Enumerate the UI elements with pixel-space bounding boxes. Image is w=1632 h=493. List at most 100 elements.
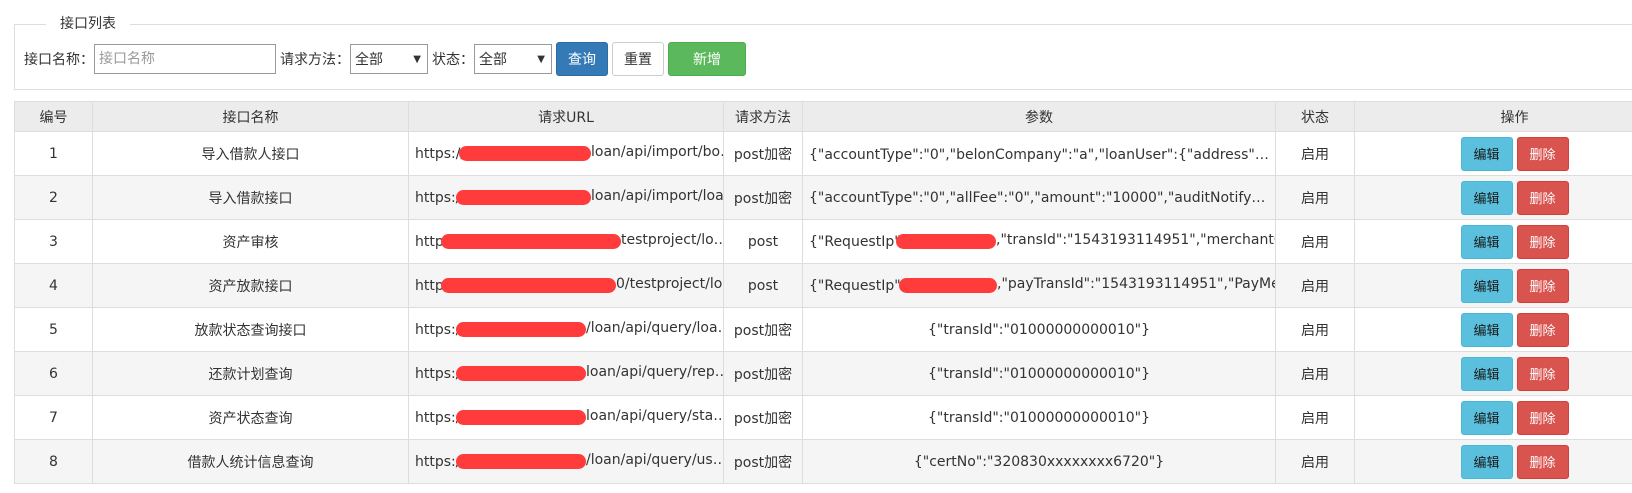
row-id: 5 (14, 307, 93, 352)
edit-button[interactable]: 编辑 (1460, 136, 1513, 171)
delete-button[interactable]: 删除 (1516, 312, 1569, 347)
table-row: 5 放款状态查询接口 https:///loan/api/query/loa… pos… (14, 307, 1632, 352)
delete-button[interactable]: 删除 (1516, 400, 1569, 435)
row-params: {"accountType":"0","allFee":"0","amount"… (802, 175, 1276, 220)
row-actions: 编辑 删除 (1354, 219, 1632, 264)
add-button[interactable]: 新增 (668, 42, 746, 76)
delete-button[interactable]: 删除 (1516, 136, 1569, 171)
table-row: 1 导入借款人接口 https:// loan/api/import/bo… post加… (14, 131, 1632, 176)
edit-button[interactable]: 编辑 (1460, 356, 1513, 391)
table-row: 2 导入借款接口 https://loan/api/import/loan post加… (14, 175, 1632, 220)
table-row: 7 资产状态查询 https://loan/api/query/sta… post加密… (14, 395, 1632, 440)
header-url: 请求URL (408, 101, 724, 132)
url-tail: testproject/lo… (621, 232, 724, 248)
delete-button[interactable]: 删除 (1516, 356, 1569, 391)
chevron-down-icon: ▼ (413, 54, 421, 65)
redaction-mark (456, 454, 586, 469)
row-url: https:// loan/api/import/bo… (408, 131, 724, 176)
row-url: https://loan/api/query/sta… (408, 395, 724, 440)
row-method: post (723, 219, 803, 264)
status-filter-value: 全部 (479, 52, 507, 68)
row-id: 1 (14, 131, 93, 176)
url-tail: loan/api/query/rep… (586, 364, 724, 380)
url-head: https:// (415, 145, 466, 162)
row-method: post加密 (723, 307, 803, 352)
row-method: post (723, 263, 803, 308)
url-tail: /loan/api/query/us… (586, 452, 724, 468)
params-tail: ,"transId":"1543193114951","merchantC… (996, 232, 1276, 248)
edit-button[interactable]: 编辑 (1460, 444, 1513, 479)
table-row: 6 还款计划查询 https://loan/api/query/rep… post加密… (14, 351, 1632, 396)
row-name: 资产审核 (92, 219, 409, 264)
url-tail: loan/api/import/bo… (591, 144, 724, 160)
params-head: {"RequestIp":" (809, 277, 912, 294)
method-filter-select[interactable]: 全部 ▼ (350, 44, 428, 74)
row-name: 导入借款接口 (92, 175, 409, 220)
row-url: http:0/testproject/lo… (408, 263, 724, 308)
row-url: https://loan/api/import/loan (408, 175, 724, 220)
redaction-mark (899, 278, 997, 293)
row-name: 借款人统计信息查询 (92, 439, 409, 484)
redaction-mark (456, 322, 586, 337)
edit-button[interactable]: 编辑 (1460, 400, 1513, 435)
row-id: 8 (14, 439, 93, 484)
row-actions: 编辑 删除 (1354, 439, 1632, 484)
row-name: 资产状态查询 (92, 395, 409, 440)
edit-button[interactable]: 编辑 (1460, 312, 1513, 347)
row-method: post加密 (723, 351, 803, 396)
row-method: post加密 (723, 439, 803, 484)
delete-button[interactable]: 删除 (1516, 268, 1569, 303)
row-name: 资产放款接口 (92, 263, 409, 308)
row-actions: 编辑 删除 (1354, 307, 1632, 352)
redaction-mark (459, 146, 591, 161)
row-url: https:///loan/api/query/loa… (408, 307, 724, 352)
row-params: {"accountType":"0","belonCompany":"a","l… (802, 131, 1276, 176)
row-status: 启用 (1275, 307, 1355, 352)
url-tail: loan/api/query/sta… (586, 408, 724, 424)
row-url: http: testproject/lo… (408, 219, 724, 264)
name-filter-input[interactable] (94, 44, 276, 74)
status-filter-label: 状态： (432, 52, 474, 68)
row-id: 3 (14, 219, 93, 264)
url-tail: 0/testproject/lo… (616, 276, 723, 292)
header-params: 参数 (802, 101, 1276, 132)
redaction-mark (441, 278, 616, 293)
redaction-mark (456, 410, 586, 425)
method-filter-label: 请求方法： (280, 52, 350, 68)
row-status: 启用 (1275, 351, 1355, 396)
delete-button[interactable]: 删除 (1516, 444, 1569, 479)
table-row: 4资产放款接口http:0/testproject/lo…post{"Reque… (14, 263, 1632, 308)
redaction-mark (896, 234, 996, 249)
status-filter-select[interactable]: 全部 ▼ (474, 44, 552, 74)
row-status: 启用 (1275, 175, 1355, 220)
delete-button[interactable]: 删除 (1516, 224, 1569, 259)
query-button[interactable]: 查询 (556, 42, 608, 76)
row-status: 启用 (1275, 395, 1355, 440)
row-status: 启用 (1275, 263, 1355, 308)
row-actions: 编辑 删除 (1354, 131, 1632, 176)
api-table: 编号 接口名称 请求URL 请求方法 参数 状态 操作 1 导入借款人接口 http… (14, 101, 1632, 484)
reset-button[interactable]: 重置 (612, 42, 664, 76)
row-id: 7 (14, 395, 93, 440)
chevron-down-icon: ▼ (537, 54, 545, 65)
edit-button[interactable]: 编辑 (1460, 224, 1513, 259)
delete-button[interactable]: 删除 (1516, 180, 1569, 215)
row-params: {"RequestIp":" ,"payTransId":"15431931149… (802, 263, 1276, 308)
header-id: 编号 (14, 101, 93, 132)
row-actions: 编辑 删除 (1354, 395, 1632, 440)
header-status: 状态 (1275, 101, 1355, 132)
edit-button[interactable]: 编辑 (1460, 268, 1513, 303)
url-tail: loan/api/import/loan (591, 188, 724, 204)
row-name: 放款状态查询接口 (92, 307, 409, 352)
header-actions: 操作 (1354, 101, 1632, 132)
edit-button[interactable]: 编辑 (1460, 180, 1513, 215)
row-url: https://loan/api/query/rep… (408, 351, 724, 396)
row-method: post加密 (723, 395, 803, 440)
table-row: 8 借款人统计信息查询 https:///loan/api/query/us… pos… (14, 439, 1632, 484)
row-actions: 编辑 删除 (1354, 175, 1632, 220)
panel-legend: 接口列表 (46, 13, 130, 33)
name-filter-label: 接口名称： (24, 52, 94, 68)
row-id: 2 (14, 175, 93, 220)
header-method: 请求方法 (723, 101, 803, 132)
row-url: https:///loan/api/query/us… (408, 439, 724, 484)
